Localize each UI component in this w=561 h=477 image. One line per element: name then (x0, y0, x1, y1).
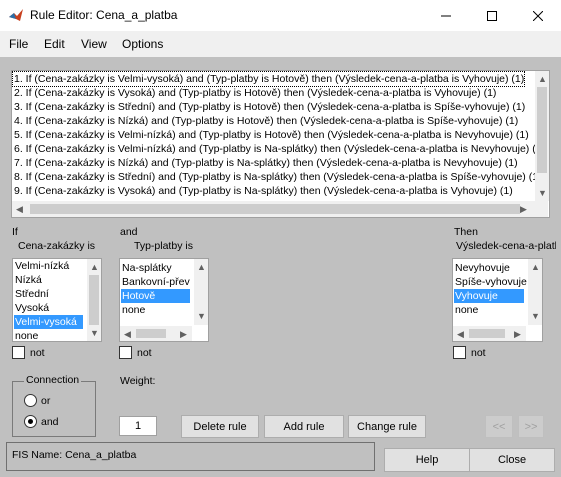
list-item[interactable]: Spíše-vyhovuje (454, 275, 527, 289)
scroll-up-icon: ▲ (90, 262, 99, 272)
maximize-icon (487, 10, 497, 21)
scroll-up-icon: ▲ (531, 262, 540, 272)
or-radio-label: or (41, 395, 51, 407)
menu-options[interactable]: Options (122, 37, 163, 51)
scroll-right-icon: ▶ (180, 329, 187, 339)
list-item[interactable]: Bankovní-převod (121, 275, 190, 289)
add-rule-button[interactable]: Add rule (264, 415, 344, 438)
and-not-checkbox[interactable] (119, 346, 132, 359)
list-item[interactable]: none (14, 329, 38, 341)
scroll-thumb[interactable] (469, 329, 505, 338)
weight-label: Weight: (120, 375, 156, 387)
rule-item[interactable]: 5. If (Cena-zakázky is Velmi-nízká) and … (13, 128, 529, 142)
rule-item[interactable]: 9. If (Cena-zakázky is Vysoká) and (Typ-… (13, 184, 513, 198)
and-label: and (120, 226, 138, 238)
scroll-thumb[interactable] (30, 204, 520, 214)
listbox-scrollbar[interactable]: ▲ ▼ (528, 259, 542, 325)
list-item-selected[interactable]: Vyhovuje (454, 289, 524, 303)
if-label: If (12, 226, 18, 238)
connection-group (12, 381, 96, 437)
menu-bar: File Edit View Options (0, 31, 561, 56)
scroll-up-icon: ▲ (538, 74, 547, 84)
list-item-selected[interactable]: Hotově (121, 289, 190, 303)
list-item[interactable]: none (454, 303, 478, 317)
close-button[interactable]: Close (469, 448, 555, 472)
rule-editor-panel: 1. If (Cena-zakázky is Velmi-vysoká) and… (0, 57, 561, 477)
list-item-selected[interactable]: Velmi-vysoká (14, 315, 83, 329)
then-label: Then (454, 226, 478, 238)
rules-vertical-scrollbar[interactable]: ▲ ▼ (535, 71, 549, 201)
weight-input[interactable]: 1 (119, 416, 157, 436)
window-title: Rule Editor: Cena_a_platba (30, 8, 178, 22)
scroll-left-icon: ◀ (457, 329, 464, 339)
scroll-down-icon: ▼ (90, 328, 99, 338)
list-item[interactable]: Vysoká (14, 301, 49, 315)
rule-item[interactable]: 1. If (Cena-zakázky is Velmi-vysoká) and… (12, 71, 526, 87)
listbox-scrollbar[interactable]: ▲ ▼ (194, 259, 208, 325)
rule-item[interactable]: 3. If (Cena-zakázky is Střední) and (Typ… (13, 100, 525, 114)
fis-name-status: FIS Name: Cena_a_platba (12, 449, 137, 461)
minimize-button[interactable] (423, 0, 469, 31)
then-membership-listbox[interactable]: Nevyhovuje Spíše-vyhovuje Vyhovuje none … (452, 258, 543, 342)
rule-item[interactable]: 7. If (Cena-zakázky is Nízká) and (Typ-p… (13, 156, 518, 170)
close-icon (533, 10, 543, 21)
scroll-thumb[interactable] (537, 87, 547, 173)
list-item[interactable]: Nevyhovuje (454, 261, 510, 275)
list-item[interactable]: Velmi-nízká (14, 259, 69, 273)
listbox-horizontal-scrollbar[interactable]: ◀ ▶ (453, 326, 526, 341)
or-radio[interactable] (24, 394, 37, 407)
list-item[interactable]: Střední (14, 287, 49, 301)
scroll-left-icon: ◀ (16, 204, 23, 214)
maximize-button[interactable] (469, 0, 515, 31)
scroll-down-icon: ▼ (197, 311, 206, 321)
rule-item[interactable]: 8. If (Cena-zakázky is Střední) and (Typ… (13, 170, 542, 184)
list-item[interactable]: Na-splátky (121, 261, 172, 275)
next-rule-button[interactable]: >> (518, 415, 544, 438)
connection-label: Connection (24, 374, 82, 386)
previous-rule-button[interactable]: << (485, 415, 513, 438)
scroll-up-icon: ▲ (197, 262, 206, 272)
and-radio[interactable] (24, 415, 37, 428)
list-item[interactable]: Nízká (14, 273, 42, 287)
scroll-down-icon: ▼ (531, 311, 540, 321)
list-item[interactable]: none (121, 303, 145, 317)
then-not-checkbox[interactable] (453, 346, 466, 359)
scroll-left-icon: ◀ (124, 329, 131, 339)
help-button[interactable]: Help (384, 448, 470, 472)
rules-horizontal-scrollbar[interactable]: ◀ ▶ (12, 201, 548, 217)
radio-dot-icon (28, 419, 33, 424)
menu-edit[interactable]: Edit (44, 37, 65, 51)
rule-item[interactable]: 2. If (Cena-zakázky is Vysoká) and (Typ-… (13, 86, 496, 100)
menu-view[interactable]: View (81, 37, 107, 51)
if-not-checkbox[interactable] (12, 346, 25, 359)
rule-item[interactable]: 6. If (Cena-zakázky is Velmi-nízká) and … (13, 142, 545, 156)
if-membership-listbox[interactable]: Velmi-nízká Nízká Střední Vysoká Velmi-v… (12, 258, 102, 342)
rules-list[interactable]: 1. If (Cena-zakázky is Velmi-vysoká) and… (11, 70, 550, 218)
listbox-horizontal-scrollbar[interactable]: ◀ ▶ (120, 326, 192, 341)
change-rule-button[interactable]: Change rule (348, 415, 426, 438)
and-radio-label: and (41, 416, 59, 428)
menu-file[interactable]: File (9, 37, 28, 51)
then-variable-label: Výsledek-cena-a-platba is (456, 240, 556, 252)
scroll-down-icon: ▼ (538, 188, 547, 198)
listbox-scrollbar[interactable]: ▲ ▼ (87, 259, 101, 341)
and-membership-listbox[interactable]: Na-splátky Bankovní-převod Hotově none ▲… (119, 258, 209, 342)
scroll-thumb[interactable] (89, 275, 99, 325)
close-window-button[interactable] (515, 0, 561, 31)
if-not-label: not (30, 347, 45, 359)
scroll-right-icon: ▶ (514, 329, 521, 339)
then-not-label: not (471, 347, 486, 359)
and-variable-label: Typ-platby is (134, 240, 193, 252)
if-variable-label: Cena-zakázky is (18, 240, 96, 252)
scroll-right-icon: ▶ (520, 204, 527, 214)
rule-item[interactable]: 4. If (Cena-zakázky is Nízká) and (Typ-p… (13, 114, 518, 128)
matlab-icon (9, 9, 23, 21)
status-box: FIS Name: Cena_a_platba (6, 442, 375, 471)
delete-rule-button[interactable]: Delete rule (181, 415, 259, 438)
and-not-label: not (137, 347, 152, 359)
minimize-icon (441, 15, 451, 16)
title-bar: Rule Editor: Cena_a_platba (0, 0, 561, 31)
scroll-thumb[interactable] (136, 329, 166, 338)
